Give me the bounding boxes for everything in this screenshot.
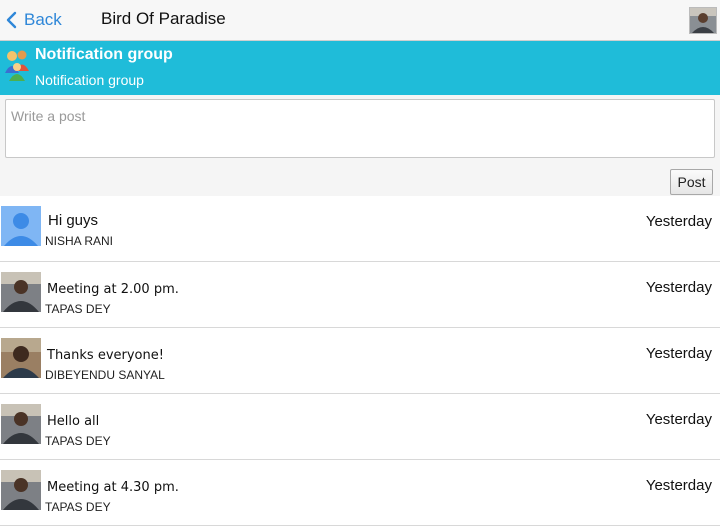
post-item[interactable]: Meeting at 2.00 pm. TAPAS DEY Yesterday	[0, 262, 720, 328]
top-bar: Back Bird Of Paradise	[0, 0, 720, 41]
post-time: Yesterday	[645, 411, 712, 428]
avatar-default-icon	[1, 206, 41, 246]
post-item[interactable]: Hi guys NISHA RANI Yesterday	[0, 196, 720, 262]
post-input[interactable]	[5, 99, 715, 158]
group-header: Notification group Notification group	[0, 41, 720, 95]
post-text: Hello all	[47, 414, 100, 429]
post-item[interactable]: Meeting at 4.30 pm. TAPAS DEY Yesterday	[0, 460, 720, 526]
post-author: DIBEYENDU SANYAL	[45, 368, 165, 382]
post-item[interactable]: Hello all TAPAS DEY Yesterday	[0, 394, 720, 460]
avatar	[1, 404, 41, 444]
group-description: Notification group	[35, 72, 144, 88]
group-name: Notification group	[35, 46, 173, 63]
post-time: Yesterday	[645, 477, 712, 494]
avatar	[1, 470, 41, 510]
back-label: Back	[24, 10, 62, 29]
post-feed: Hi guys NISHA RANI Yesterday Meeting at …	[0, 196, 720, 526]
back-button[interactable]: Back	[4, 8, 62, 32]
chevron-left-icon	[6, 11, 17, 29]
post-time: Yesterday	[645, 279, 712, 296]
post-text: Hi guys	[48, 212, 99, 229]
post-time: Yesterday	[645, 345, 712, 362]
post-author: TAPAS DEY	[45, 500, 111, 514]
post-author: TAPAS DEY	[45, 302, 111, 316]
post-text: Meeting at 4.30 pm.	[47, 480, 179, 495]
post-author: TAPAS DEY	[45, 434, 111, 448]
avatar	[1, 338, 41, 378]
post-text: Meeting at 2.00 pm.	[47, 282, 179, 297]
post-button[interactable]: Post	[670, 169, 713, 195]
page-title: Bird Of Paradise	[101, 9, 226, 28]
group-people-icon	[3, 47, 31, 81]
post-author: NISHA RANI	[45, 234, 114, 248]
avatar	[1, 272, 41, 312]
post-composer: Post	[0, 95, 720, 196]
post-item[interactable]: Thanks everyone! DIBEYENDU SANYAL Yester…	[0, 328, 720, 394]
post-time: Yesterday	[645, 213, 712, 230]
user-avatar[interactable]	[689, 7, 717, 34]
post-text: Thanks everyone!	[47, 348, 164, 363]
